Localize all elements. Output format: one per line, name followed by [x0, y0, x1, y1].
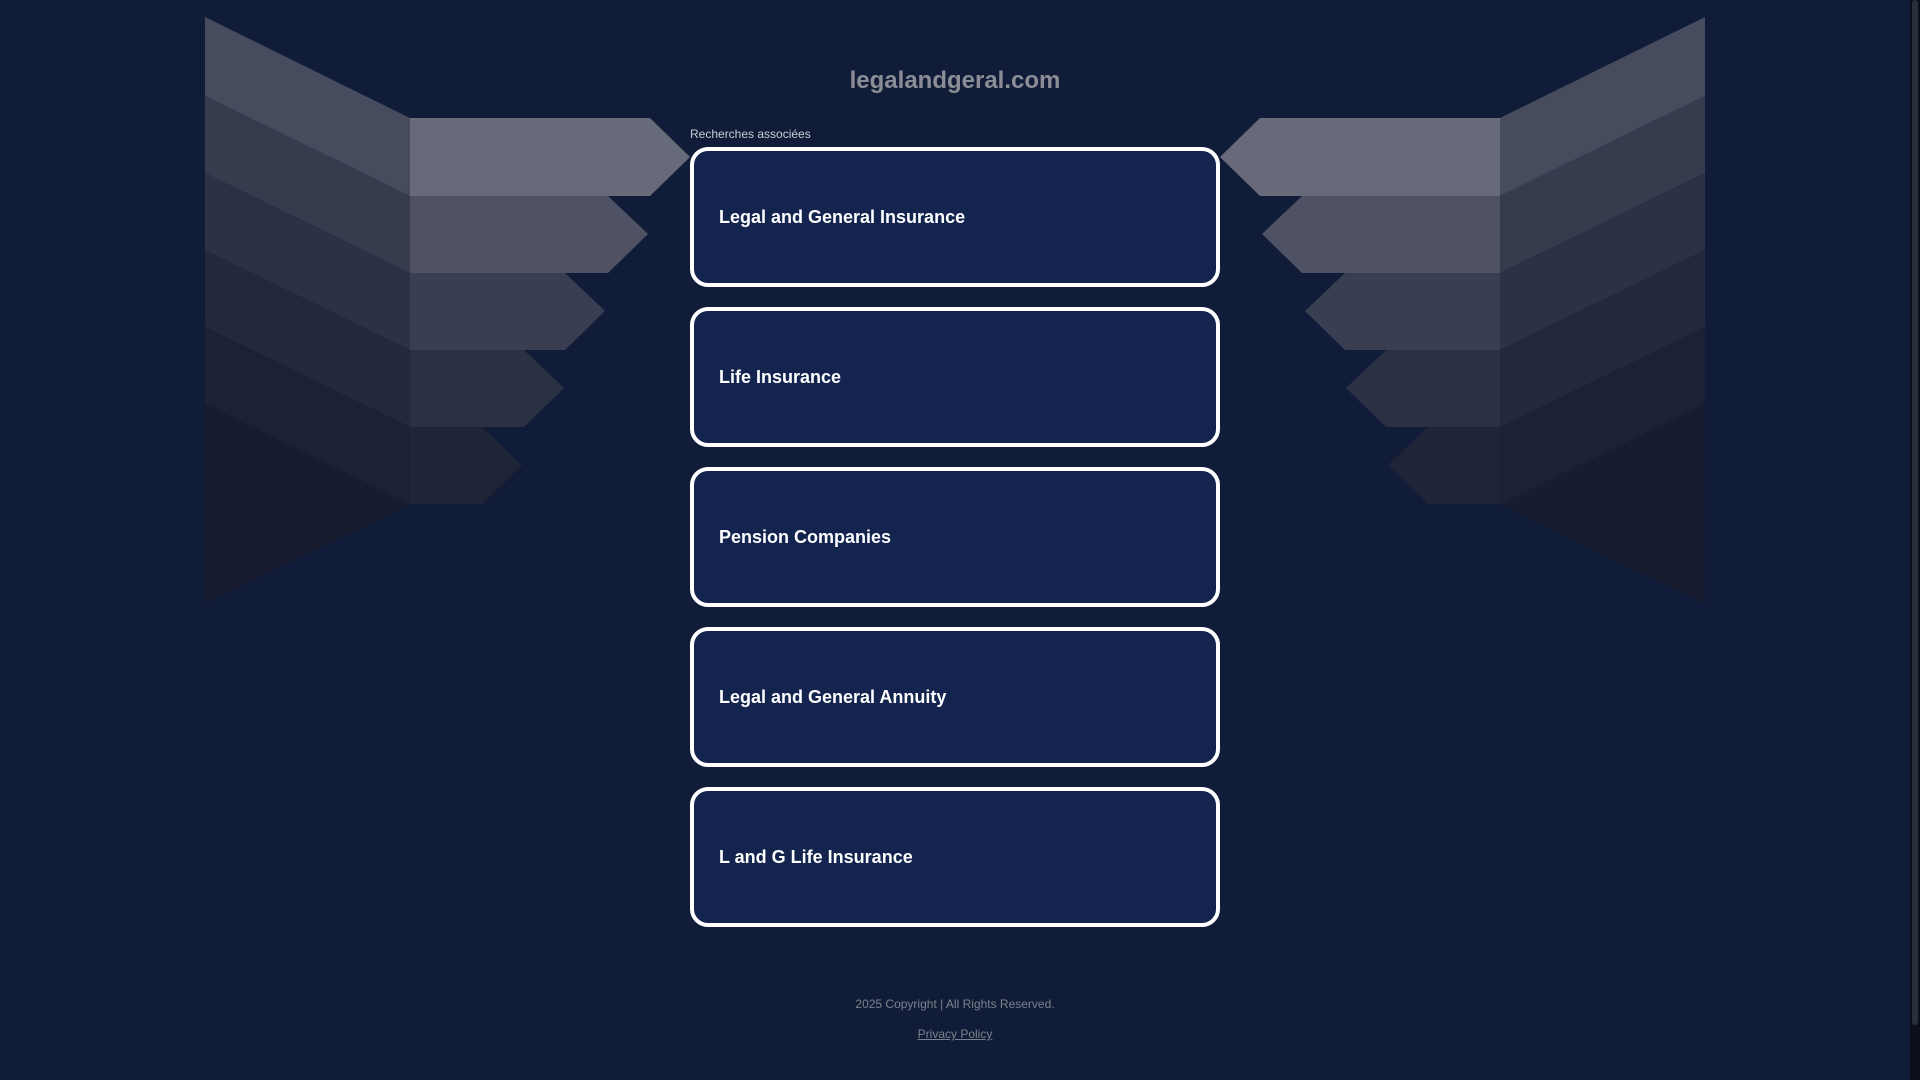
related-links-list: Legal and General Insurance Life Insuran… — [690, 147, 1220, 947]
related-link-label: Life Insurance — [719, 366, 842, 387]
footer-privacy: Privacy Policy — [0, 1027, 1910, 1041]
right-wing-decoration — [1220, 17, 1705, 604]
vertical-scrollbar[interactable] — [1910, 0, 1920, 1080]
related-link-label: Legal and General Insurance — [719, 206, 966, 227]
site-domain-title: legalandgeral.com — [849, 67, 1061, 94]
related-link-legal-and-general-insurance[interactable]: Legal and General Insurance — [690, 147, 1220, 287]
related-link-label: Pension Companies — [719, 526, 892, 547]
related-link-life-insurance[interactable]: Life Insurance — [690, 307, 1220, 447]
related-link-pension-companies[interactable]: Pension Companies — [690, 467, 1220, 607]
related-searches-label: Recherches associées — [690, 127, 811, 141]
left-wing-decoration — [205, 17, 690, 604]
related-link-legal-and-general-annuity[interactable]: Legal and General Annuity — [690, 627, 1220, 767]
footer-copyright: 2025 Copyright | All Rights Reserved. — [855, 997, 1055, 1011]
related-link-l-and-g-life-insurance[interactable]: L and G Life Insurance — [690, 787, 1220, 927]
scrollbar-thumb[interactable] — [1912, 0, 1918, 1025]
privacy-policy-link[interactable]: Privacy Policy — [918, 1027, 993, 1041]
related-link-label: L and G Life Insurance — [719, 846, 913, 867]
parked-domain-page: legalandgeral.com Recherches associées L… — [0, 0, 1920, 1080]
related-link-label: Legal and General Annuity — [719, 686, 947, 707]
